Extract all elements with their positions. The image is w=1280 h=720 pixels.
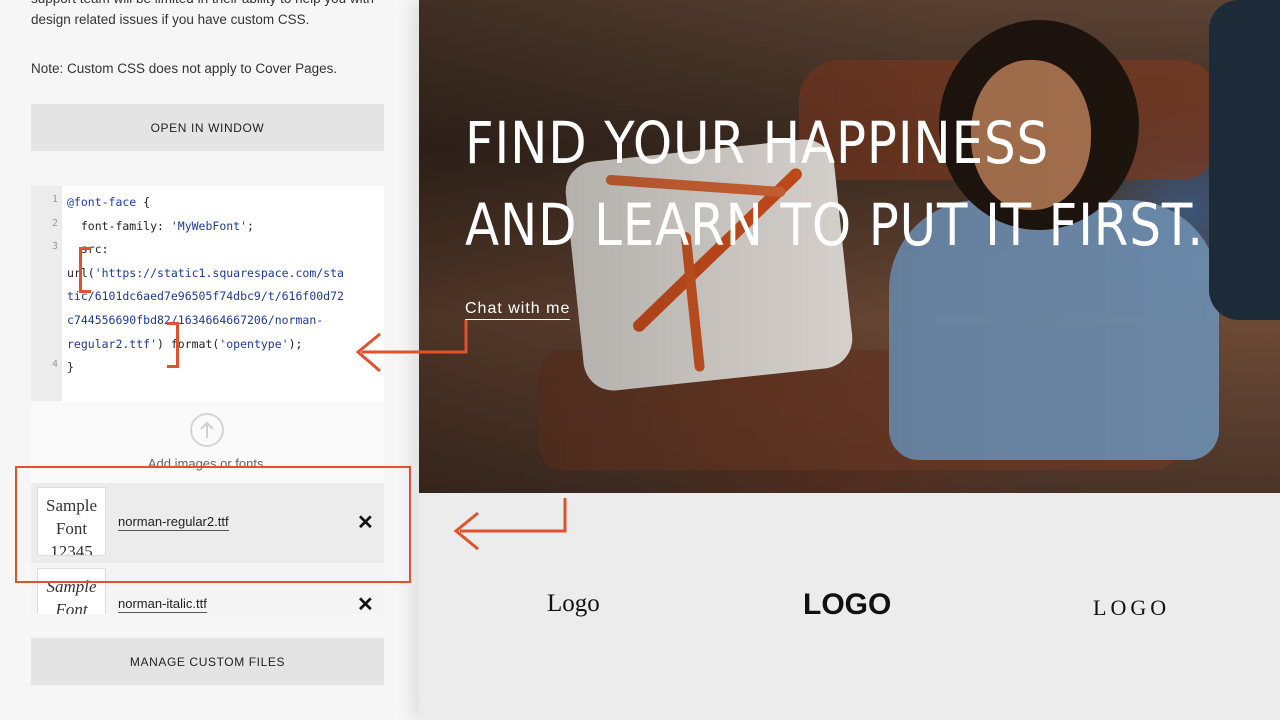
hero-banner: Find your happiness and learn to put it … [419,0,1280,493]
line-number: 4 [51,359,58,370]
code-line: tic/6101dc6aed7e96505f74dbc9/t/616f00d72 [67,289,344,303]
custom-css-panel: support team will be limited in their ab… [0,0,419,720]
line-number: 3 [51,241,58,252]
css-code-editor[interactable]: 1 2 3 4 @font-face { font-family: 'MyWeb… [31,186,384,401]
code-line: c744556690fbd82/1634664667206/norman- [67,313,324,327]
intro-text: support team will be limited in their ab… [31,0,374,27]
line-number: 2 [51,218,58,229]
logo-serif: Logo [547,590,600,617]
chat-with-me-link[interactable]: Chat with me [465,299,571,320]
code-line: } [67,360,74,374]
logo-bold: LOGO [803,588,892,621]
manage-custom-files-button[interactable]: MANAGE CUSTOM FILES [31,638,384,685]
logo-spaced: LOGO [1093,595,1171,620]
cover-pages-note: Note: Custom CSS does not apply to Cover… [31,61,338,76]
code-line: url('https://static1.squarespace.com/sta [67,266,344,280]
open-in-window-button[interactable]: OPEN IN WINDOW [31,104,384,151]
upload-arrow-icon[interactable] [190,413,224,447]
site-preview: Find your happiness and learn to put it … [419,0,1280,720]
hero-heading: Find your happiness and learn to put it … [465,109,1204,259]
line-number-gutter: 1 2 3 4 [31,186,62,401]
code-line: regular2.ttf') format('opentype'); [67,337,303,351]
annotation-bracket-right [167,322,179,368]
font-file-name[interactable]: norman-italic.ttf [118,596,207,613]
code-line: font-family: 'MyWebFont'; [67,219,254,233]
code-line: @font-face { [67,195,151,209]
annotation-highlight-box [15,466,411,583]
close-icon[interactable]: ✕ [357,595,374,614]
line-number: 1 [51,194,58,205]
annotation-bracket-left [79,247,91,293]
